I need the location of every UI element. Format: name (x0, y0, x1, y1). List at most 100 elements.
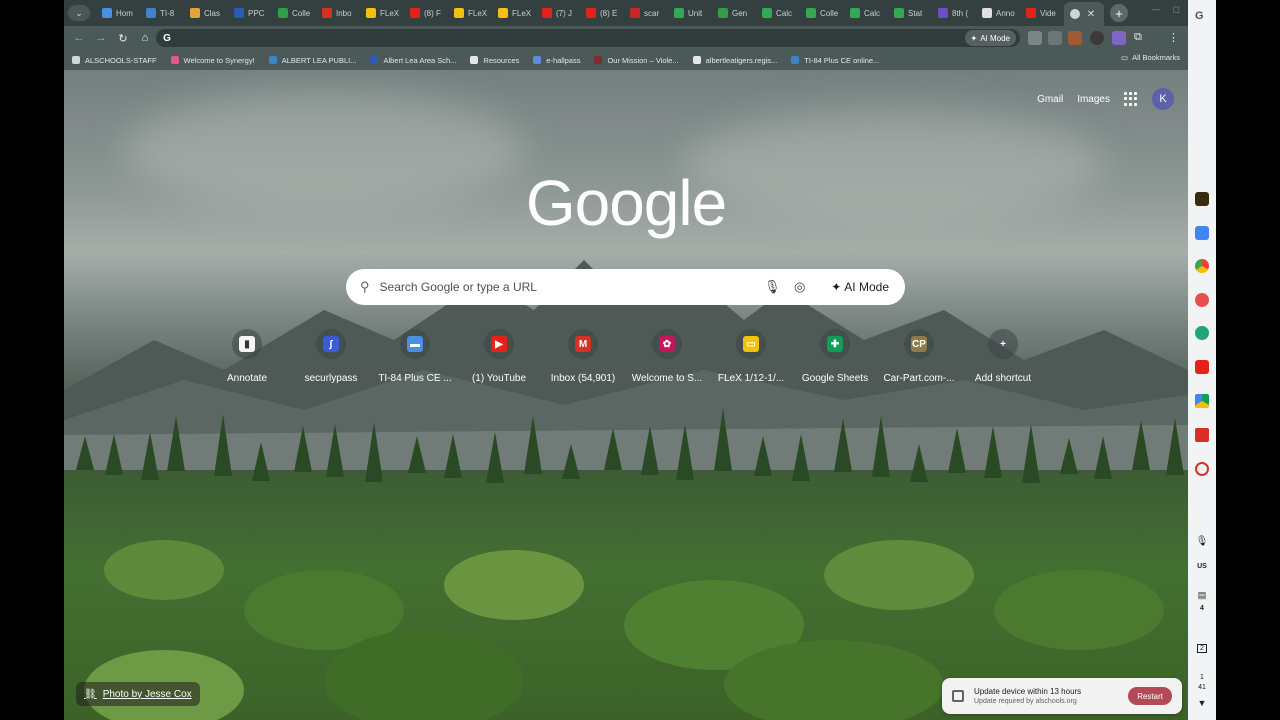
extension-icon[interactable] (1048, 31, 1062, 45)
reload-icon[interactable]: ↻ (112, 32, 134, 45)
pen-extension-icon[interactable] (1112, 31, 1126, 45)
bookmark-item[interactable]: TI-84 Plus CE online... (791, 56, 879, 65)
close-tab-icon[interactable]: ✕ (1084, 9, 1098, 20)
chrome-icon[interactable] (1195, 259, 1209, 273)
restart-button[interactable]: Restart (1128, 687, 1172, 705)
tab-favicon-icon (366, 8, 376, 18)
avatar[interactable]: K (1152, 88, 1174, 110)
tab-new-tab[interactable]: ✕ (1064, 2, 1104, 26)
tab[interactable]: scar (624, 2, 668, 24)
classroom-icon[interactable] (1195, 326, 1209, 340)
microphone-icon[interactable]: 🎙 (764, 279, 781, 295)
tab[interactable]: TI-8 (140, 2, 184, 24)
tab[interactable]: (8) F (404, 2, 448, 24)
record-extension-icon[interactable] (1090, 31, 1104, 45)
tab[interactable]: Unit (668, 2, 712, 24)
address-ai-mode-chip[interactable]: ✦ AI Mode (964, 30, 1016, 46)
back-icon[interactable]: ← (68, 32, 90, 44)
google-g-icon[interactable]: G (1195, 10, 1209, 24)
tab[interactable]: (8) E (580, 2, 624, 24)
search-input[interactable] (379, 280, 750, 294)
menu-kebab-icon[interactable]: ⋮ (1168, 31, 1182, 45)
tab-search-button[interactable]: ⌄ (68, 5, 90, 21)
drive-icon[interactable] (1195, 394, 1209, 408)
bookmark-item[interactable]: albertleatigers.regis... (692, 56, 777, 65)
images-link[interactable]: Images (1077, 94, 1110, 105)
tab[interactable]: Stat (888, 2, 932, 24)
tab[interactable]: Anno (976, 2, 1020, 24)
bookmark-item[interactable]: Resources (470, 56, 519, 65)
tab-favicon-icon (674, 8, 684, 18)
restore-icon[interactable]: ◻ (1173, 4, 1180, 15)
extension-icon[interactable] (1028, 31, 1042, 45)
tab[interactable]: Gen (712, 2, 756, 24)
notification-count[interactable]: 4 (1188, 605, 1216, 612)
input-language[interactable]: US (1188, 563, 1216, 570)
youtube-icon[interactable] (1195, 360, 1209, 374)
tab[interactable]: Calc (844, 2, 888, 24)
google-lens-icon[interactable]: ◎ (794, 279, 805, 295)
shortcut-tile[interactable]: ∫ securlypass (289, 329, 373, 384)
tab[interactable]: (7) J (536, 2, 580, 24)
tab[interactable]: FLeX (448, 2, 492, 24)
search-box[interactable]: ⚲ 🎙 ◎ ✦ AI Mode (346, 269, 905, 305)
puzzle-extensions-icon[interactable]: ⧉ (1134, 31, 1148, 45)
tab[interactable]: Vide (1020, 2, 1064, 24)
ai-mode-button[interactable]: ✦ AI Mode (825, 276, 895, 298)
shortcut-tile[interactable]: M Inbox (54,901) (541, 329, 625, 384)
bookmark-item[interactable]: e-hallpass (533, 56, 580, 65)
shortcut-tile[interactable]: ✚ Google Sheets (793, 329, 877, 384)
screen-record-icon[interactable] (1195, 462, 1209, 476)
new-tab-page: Gmail Images K Google ⚲ 🎙 ◎ ✦ AI Mode ▮ A… (64, 70, 1188, 720)
tab[interactable]: Inbo (316, 2, 360, 24)
address-bar[interactable]: G ✦ AI Mode (156, 29, 1020, 47)
tab[interactable]: FLeX (492, 2, 536, 24)
tab[interactable]: Clas (184, 2, 228, 24)
shortcut-tile[interactable]: CP Car-Part.com-... (877, 329, 961, 384)
all-bookmarks-button[interactable]: ▭ All Bookmarks (1121, 53, 1180, 62)
tab[interactable]: Colle (800, 2, 844, 24)
shortcut-tile[interactable]: + Add shortcut (961, 329, 1045, 384)
tab[interactable]: Hom (96, 2, 140, 24)
gmail-icon[interactable] (1195, 428, 1209, 442)
tab[interactable]: PPC (228, 2, 272, 24)
ai-mode-label: AI Mode (844, 280, 889, 294)
shortcut-label: TI-84 Plus CE ... (378, 373, 452, 384)
tab[interactable]: Colle (272, 2, 316, 24)
minimize-icon[interactable]: — (1152, 4, 1161, 15)
shortcut-tile[interactable]: ✿ Welcome to S... (625, 329, 709, 384)
forward-icon[interactable]: → (90, 32, 112, 44)
bookmark-favicon-icon (470, 56, 479, 64)
window-controls: — ◻ (1152, 4, 1180, 15)
bookmark-item[interactable]: Welcome to Synergy! (170, 56, 255, 65)
tree (910, 444, 928, 482)
extension-icon[interactable] (1068, 31, 1082, 45)
tab[interactable]: Calc (756, 2, 800, 24)
bookmark-item[interactable]: ALSCHOOLS-STAFF (72, 56, 157, 65)
microphone-icon[interactable]: 🎙 (1188, 536, 1216, 547)
tab-favicon-icon (806, 8, 816, 18)
home-icon[interactable]: ⌂ (134, 32, 156, 44)
bookmark-label: ALBERT LEA PUBLI... (281, 55, 357, 65)
shortcut-label: Welcome to S... (631, 373, 703, 384)
gmail-link[interactable]: Gmail (1037, 94, 1063, 105)
bookmark-item[interactable]: ALBERT LEA PUBLI... (268, 55, 357, 65)
shortcut-tile[interactable]: ▮ Annotate (205, 329, 289, 384)
shortcut-tile[interactable]: ▬ TI-84 Plus CE ... (373, 329, 457, 384)
google-apps-icon[interactable] (1124, 92, 1138, 106)
app-icon[interactable] (1195, 192, 1209, 206)
app-icon[interactable] (1195, 293, 1209, 307)
tab[interactable]: 8th ( (932, 2, 976, 24)
shortcut-icon-wrap: ▮ (232, 329, 262, 359)
shortcut-tile[interactable]: ▶ (1) YouTube (457, 329, 541, 384)
docs-icon[interactable] (1195, 226, 1209, 240)
clipboard-icon[interactable]: ▤ (1188, 590, 1216, 601)
shortcut-tile[interactable]: ▭ FLeX 1/12-1/... (709, 329, 793, 384)
bookmark-item[interactable]: Our Mission – Viole... (594, 56, 679, 65)
new-tab-button[interactable]: + (1110, 4, 1128, 22)
desk-indicator[interactable]: 2 (1197, 644, 1207, 653)
tab[interactable]: FLeX (360, 2, 404, 24)
bookmark-item[interactable]: Albert Lea Area Sch... (370, 56, 456, 65)
photo-credit-link[interactable]: ⛓ Photo by Jesse Cox (76, 682, 200, 706)
tree (486, 432, 504, 483)
